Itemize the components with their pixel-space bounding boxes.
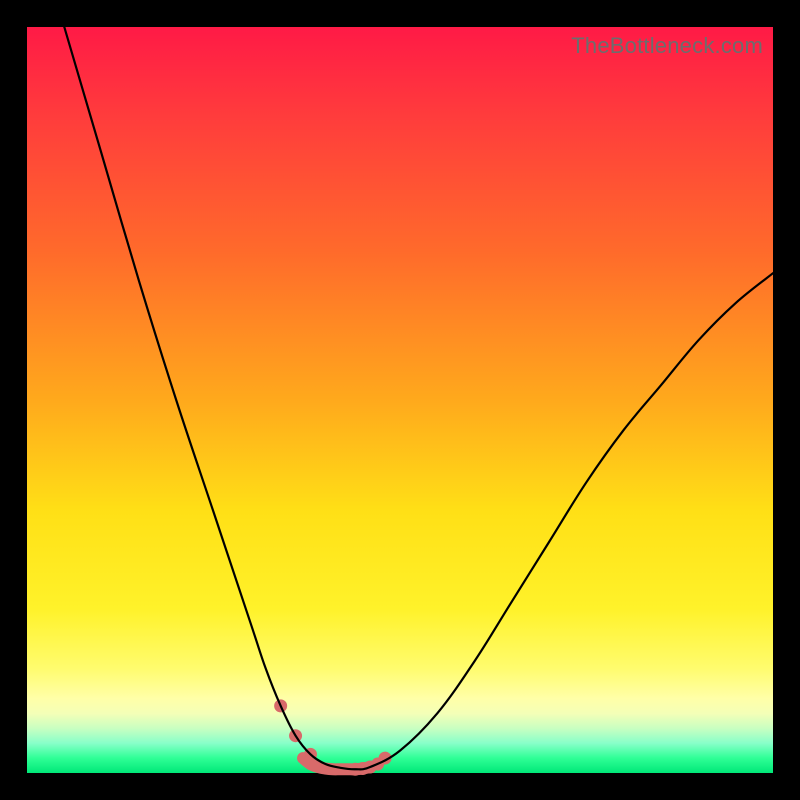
- plot-area: TheBottleneck.com: [27, 27, 773, 773]
- outer-frame: TheBottleneck.com: [0, 0, 800, 800]
- bottleneck-curve: [64, 27, 773, 769]
- chart-svg: [27, 27, 773, 773]
